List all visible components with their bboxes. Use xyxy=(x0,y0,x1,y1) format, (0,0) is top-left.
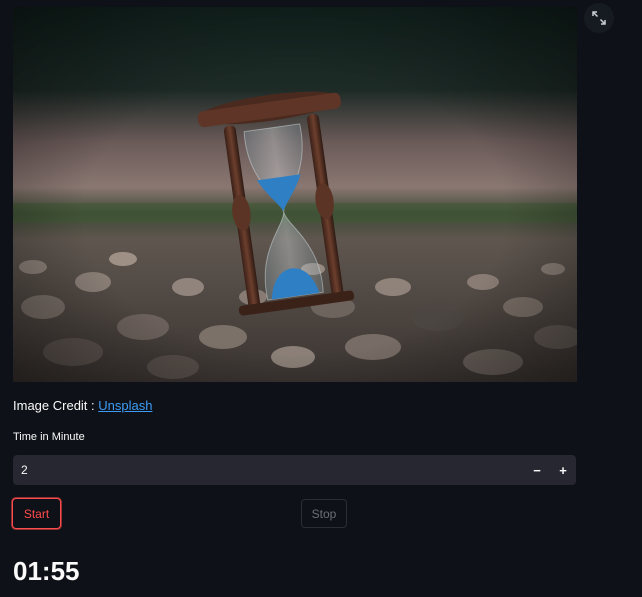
time-input-field[interactable]: 2 xyxy=(13,463,524,477)
expand-icon xyxy=(592,11,606,25)
hourglass-image xyxy=(13,7,577,382)
start-button[interactable]: Start xyxy=(12,498,61,529)
stop-button[interactable]: Stop xyxy=(301,499,347,528)
time-input-label: Time in Minute xyxy=(13,431,85,443)
image-credit-prefix: Image Credit : xyxy=(13,398,99,413)
time-number-input: 2 − + xyxy=(13,455,576,485)
fullscreen-button[interactable] xyxy=(584,3,614,33)
countdown-display: 01:55 xyxy=(13,556,80,586)
image-credit: Image Credit : Unsplash xyxy=(13,398,152,413)
decrement-button[interactable]: − xyxy=(524,455,550,485)
app-page: Image Credit : Unsplash Time in Minute 2… xyxy=(0,0,642,597)
increment-button[interactable]: + xyxy=(550,455,576,485)
unsplash-link[interactable]: Unsplash xyxy=(98,398,152,413)
